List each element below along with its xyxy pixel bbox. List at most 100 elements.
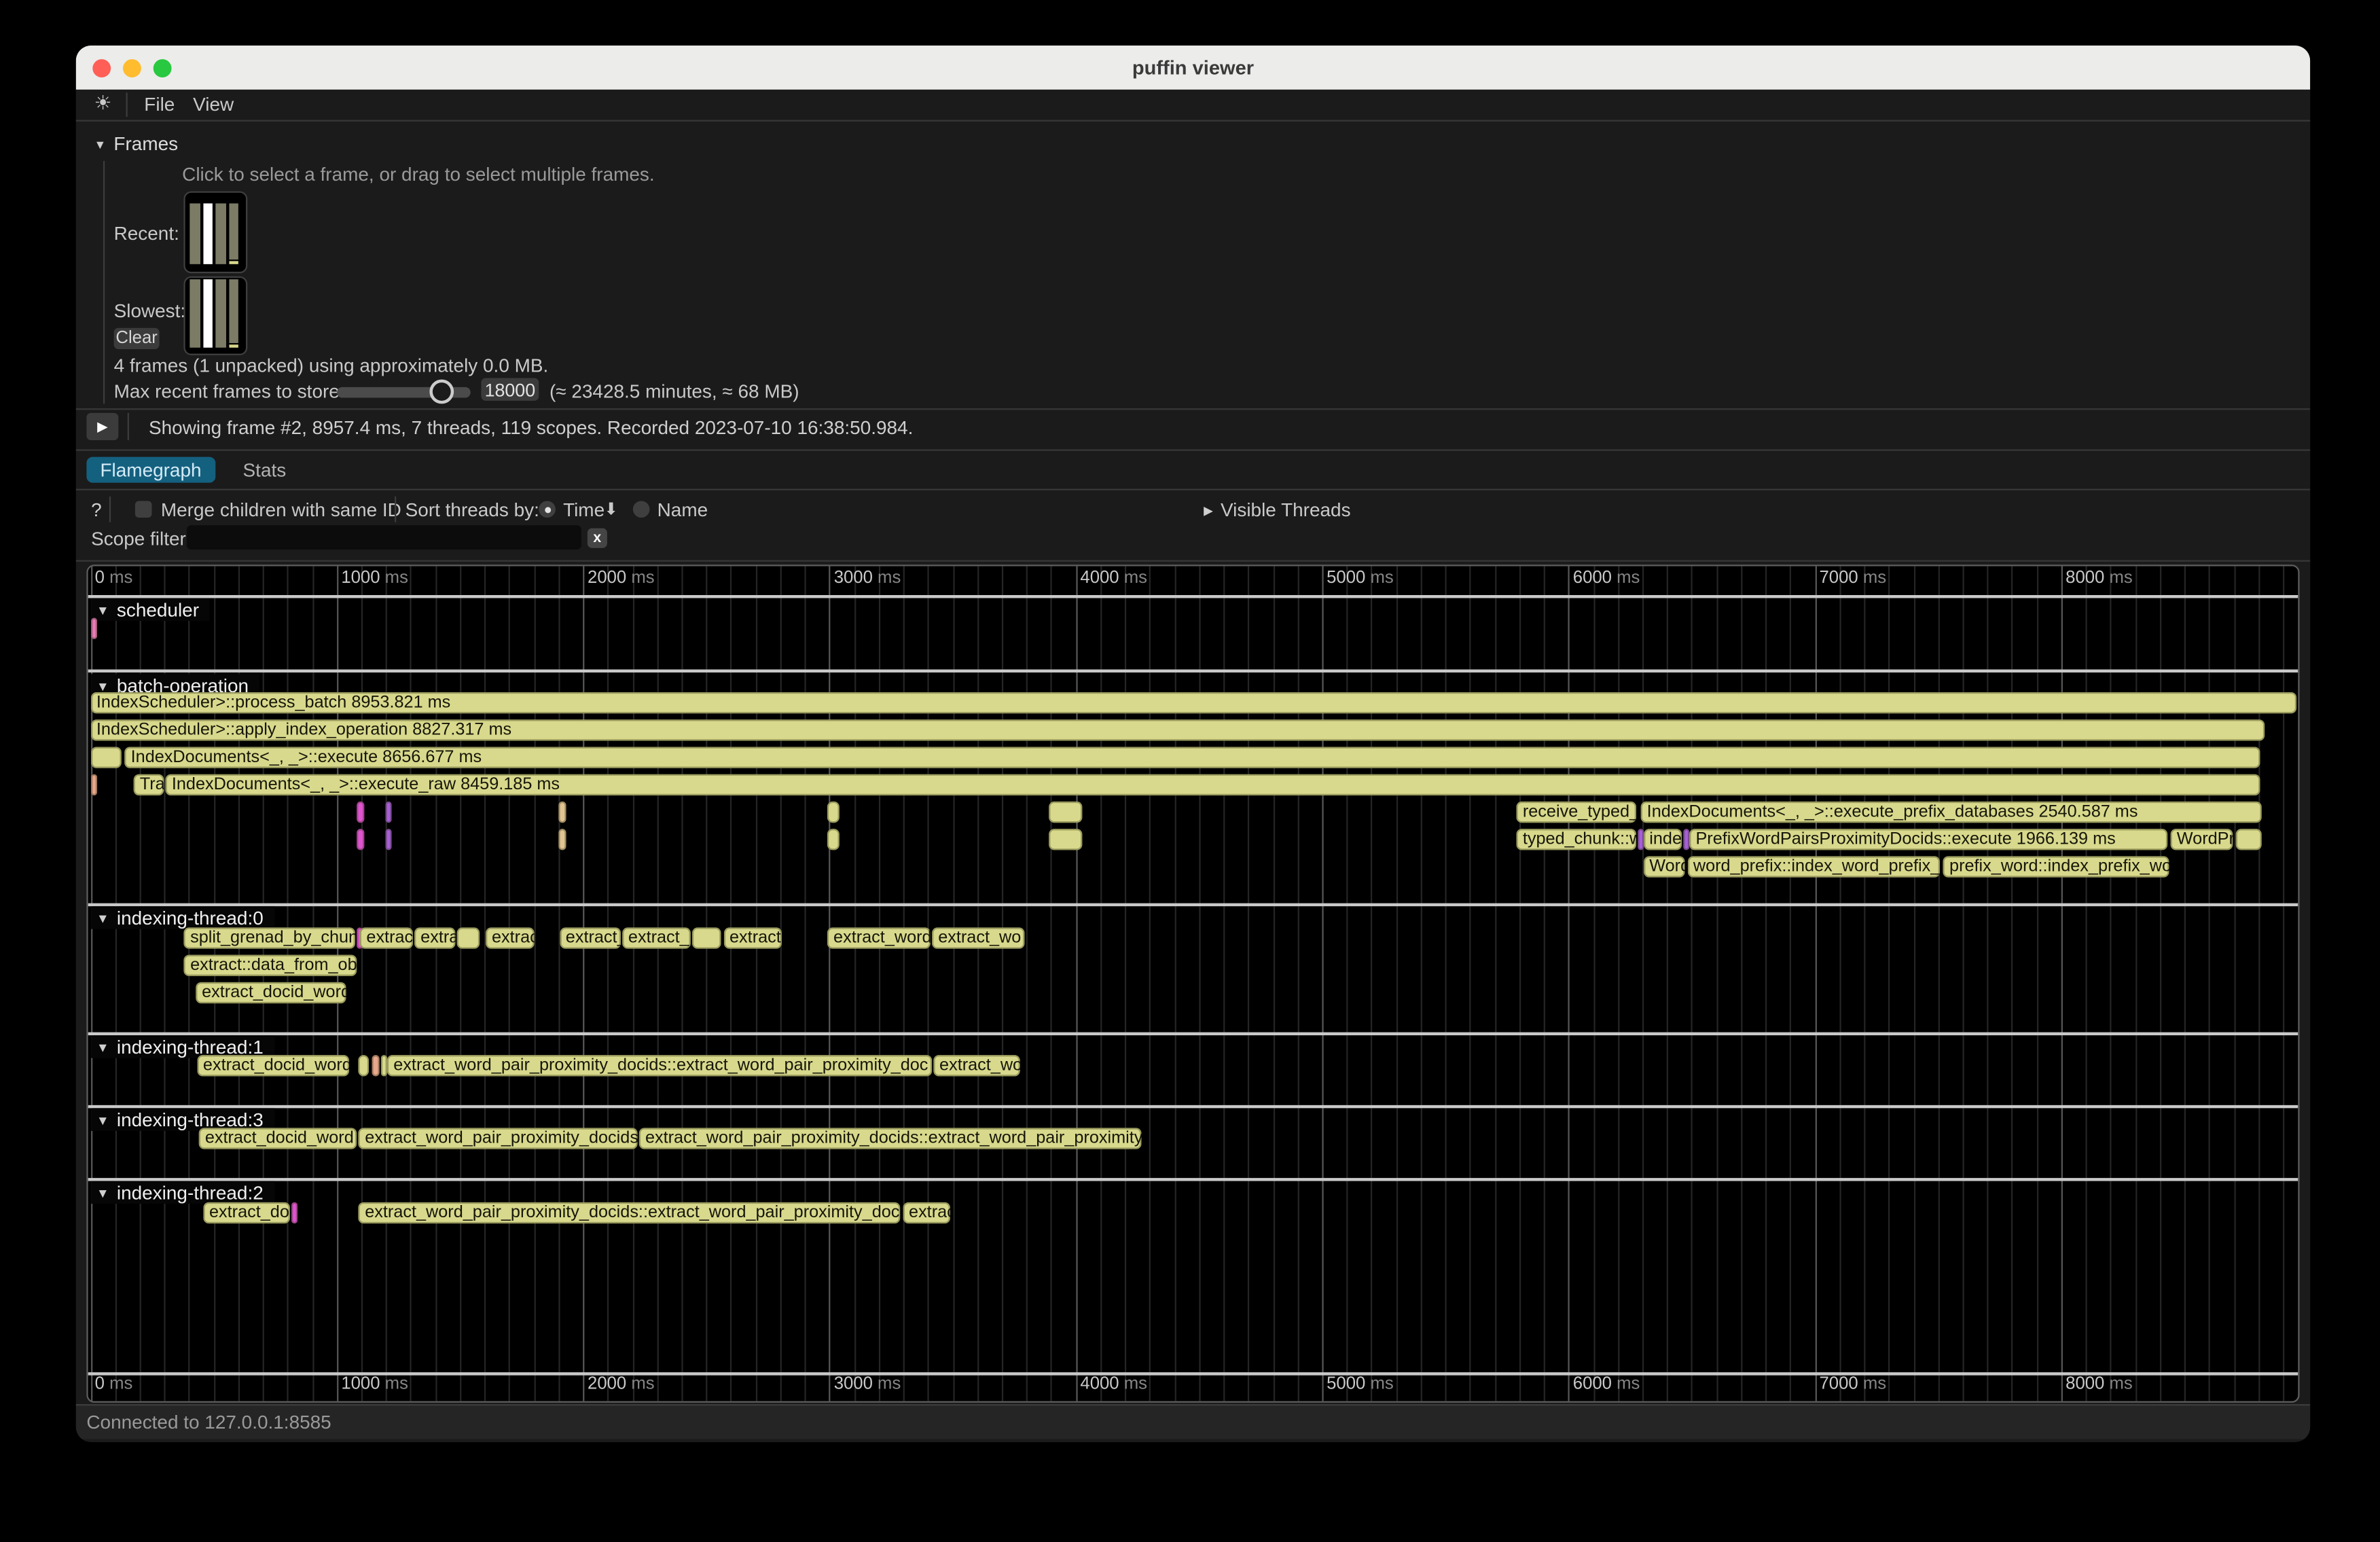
flame-bar[interactable]: extract_docid_word xyxy=(196,982,346,1003)
flame-bar[interactable]: extrac xyxy=(486,927,535,948)
sort-name-radio[interactable] xyxy=(633,501,650,518)
thread-name: scheduler xyxy=(117,599,199,620)
flame-bar[interactable]: extrac xyxy=(903,1202,950,1223)
flame-bar[interactable]: IndexScheduler>::process_batch 8953.821 … xyxy=(90,692,2296,713)
max-frames-slider-knob[interactable] xyxy=(429,379,454,404)
flamegraph-canvas[interactable]: 0 ms1000 ms2000 ms3000 ms4000 ms5000 ms6… xyxy=(86,564,2299,1403)
flame-bar[interactable]: extract_doc xyxy=(203,1202,291,1223)
sort-time-radio[interactable] xyxy=(539,501,556,518)
gridline-minor xyxy=(2036,567,2038,1401)
time-ruler-label: 4000 ms xyxy=(1080,1376,1147,1394)
tab-flamegraph[interactable]: Flamegraph xyxy=(86,457,215,483)
clear-button[interactable]: Clear xyxy=(114,328,160,349)
flame-bar[interactable]: split_grenad_by_chun xyxy=(184,927,355,948)
maximize-window-icon[interactable] xyxy=(154,58,172,77)
tick-value: 7000 xyxy=(1819,569,1858,588)
sort-time-label[interactable]: Time xyxy=(563,499,605,520)
slowest-frames-thumbnail[interactable] xyxy=(183,276,247,355)
flame-bar[interactable] xyxy=(1049,829,1082,850)
frames-header[interactable]: ▼ Frames xyxy=(94,134,179,155)
flame-bar[interactable]: prefix_word::index_prefix_wo xyxy=(1943,856,2168,877)
flame-bar[interactable]: IndexDocuments<_, _>::execute 8656.677 m… xyxy=(125,747,2261,768)
flame-bar[interactable]: WordPr xyxy=(2171,829,2233,850)
play-button[interactable]: ▶ xyxy=(86,413,118,440)
flame-bar[interactable] xyxy=(292,1202,298,1223)
flame-bar[interactable]: Trans xyxy=(134,774,164,795)
gridline-minor xyxy=(2184,567,2186,1401)
flame-bar[interactable] xyxy=(827,829,840,850)
title-bar[interactable]: puffin viewer xyxy=(76,46,2310,90)
tick-unit: ms xyxy=(105,569,132,588)
gridline-minor xyxy=(509,567,511,1401)
flame-bar[interactable]: receive_typed_ xyxy=(1517,802,1636,823)
clear-filter-button[interactable]: x xyxy=(588,528,607,548)
flame-bar[interactable]: IndexDocuments<_, _>::execute_prefix_dat… xyxy=(1641,802,2261,823)
flame-bar[interactable] xyxy=(90,617,96,638)
thread-name: indexing-thread:2 xyxy=(117,1182,264,1203)
flame-bar[interactable]: extra xyxy=(414,927,455,948)
flame-bar[interactable] xyxy=(1049,802,1082,823)
flame-bar[interactable] xyxy=(558,829,566,850)
flame-bar[interactable] xyxy=(558,802,566,823)
flame-bar[interactable]: typed_chunk::w xyxy=(1517,829,1636,850)
tick-value: 5000 xyxy=(1327,569,1365,588)
merge-children-checkbox[interactable] xyxy=(135,501,152,518)
tick-unit: ms xyxy=(1365,569,1393,588)
flame-bar[interactable]: extract_wo xyxy=(932,927,1025,948)
max-frames-value[interactable]: 18000 xyxy=(481,378,539,401)
tick-value: 3000 xyxy=(834,1376,873,1394)
flame-bar[interactable]: index xyxy=(1643,829,1682,850)
flame-bar[interactable]: extract_word_pair_proximity_docids xyxy=(359,1128,637,1149)
sort-name-label[interactable]: Name xyxy=(657,499,708,520)
flame-bar[interactable]: extract xyxy=(360,927,412,948)
flame-bar[interactable]: extract_docid_word xyxy=(197,1055,349,1076)
flame-bar[interactable] xyxy=(371,1055,379,1076)
flame-bar[interactable] xyxy=(90,774,96,795)
flame-bar[interactable] xyxy=(693,927,721,948)
flame-bar[interactable]: Word xyxy=(1643,856,1684,877)
visible-threads-header[interactable]: ▶ Visible Threads xyxy=(1204,499,1350,520)
flame-bar[interactable]: IndexScheduler>::apply_index_operation 8… xyxy=(90,719,2265,740)
flame-bar[interactable]: extract_word_pair_proximity_docids::extr… xyxy=(639,1128,1142,1149)
ruler-separator xyxy=(88,595,2298,597)
flame-bar[interactable] xyxy=(457,927,480,948)
flame-bar[interactable] xyxy=(356,829,364,850)
flame-bar[interactable] xyxy=(90,747,122,768)
close-window-icon[interactable] xyxy=(92,58,111,77)
thread-section-label[interactable]: ▼scheduler xyxy=(90,598,210,621)
flame-bar[interactable]: extract_word xyxy=(827,927,930,948)
flame-bar[interactable]: extract_docid_word xyxy=(199,1128,357,1149)
tab-stats[interactable]: Stats xyxy=(229,457,300,483)
thread-section-label[interactable]: ▼indexing-thread:0 xyxy=(90,906,274,929)
menu-item-view[interactable]: View xyxy=(193,94,234,115)
flame-bar[interactable] xyxy=(2237,829,2262,850)
gridline-minor xyxy=(1445,567,1447,1401)
recent-frames-thumbnail[interactable] xyxy=(183,192,247,274)
flame-bar[interactable] xyxy=(1638,829,1644,850)
flame-bar[interactable]: extract::data_from_ob xyxy=(184,955,357,976)
flame-bar[interactable]: extract_ xyxy=(560,927,620,948)
time-ruler-label: 1000 ms xyxy=(341,569,408,588)
flame-bar[interactable] xyxy=(827,802,840,823)
flame-bar[interactable]: extract_word_pair_proximity_docids::extr… xyxy=(359,1202,901,1223)
sort-direction-arrow-icon[interactable]: ⬇ xyxy=(604,499,618,519)
flame-bar[interactable]: word_prefix::index_word_prefix_ xyxy=(1687,856,1941,877)
help-button[interactable]: ? xyxy=(91,499,102,520)
flame-bar[interactable]: IndexDocuments<_, _>::execute_raw 8459.1… xyxy=(166,774,2260,795)
theme-sun-icon[interactable]: ☀ xyxy=(94,91,112,115)
flame-bar[interactable] xyxy=(385,802,391,823)
flame-bar[interactable] xyxy=(381,1055,387,1076)
flame-bar[interactable]: extract xyxy=(723,927,782,948)
menu-item-file[interactable]: File xyxy=(144,94,175,115)
flame-bar[interactable]: extract_word_pair_proximity_docids::extr… xyxy=(387,1055,931,1076)
minimize-window-icon[interactable] xyxy=(123,58,141,77)
flame-bar[interactable] xyxy=(1683,829,1689,850)
thread-section-label[interactable]: ▼indexing-thread:2 xyxy=(90,1181,274,1204)
flame-bar[interactable] xyxy=(357,1055,369,1076)
flame-bar[interactable]: PrefixWordPairsProximityDocids::execute … xyxy=(1690,829,2169,850)
flame-bar[interactable] xyxy=(385,829,391,850)
flame-bar[interactable]: extract_ xyxy=(622,927,691,948)
scope-filter-input[interactable] xyxy=(187,525,581,550)
flame-bar[interactable]: extract_wo xyxy=(933,1055,1020,1076)
flame-bar[interactable] xyxy=(356,802,364,823)
